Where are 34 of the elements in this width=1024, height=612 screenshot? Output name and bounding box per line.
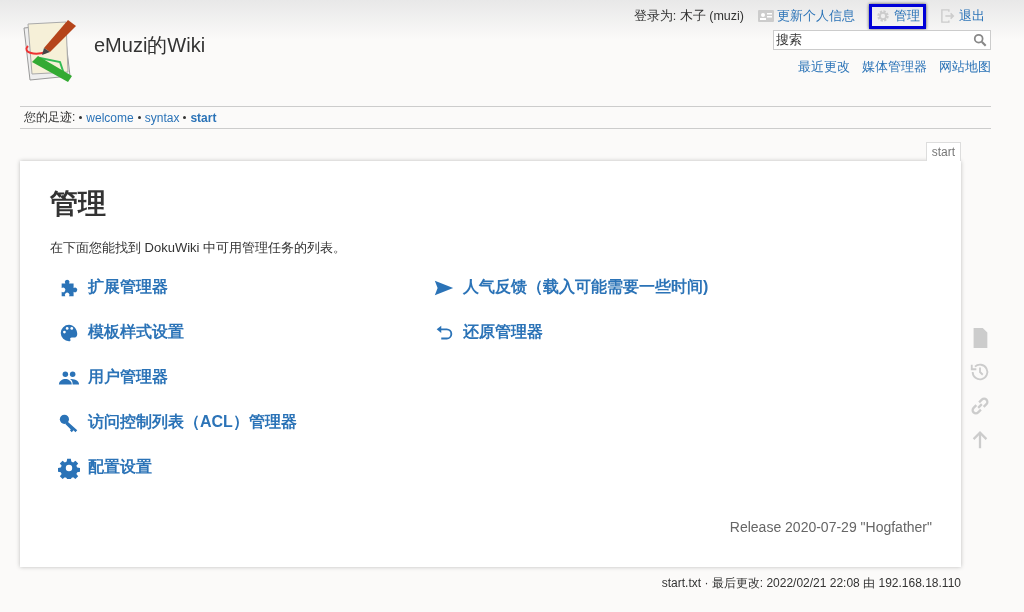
link-icon[interactable]: [969, 395, 991, 417]
history-icon[interactable]: [969, 361, 991, 383]
admin-link[interactable]: 访问控制列表（ACL）管理器: [58, 400, 425, 445]
release-text: Release 2020-07-29 "Hogfather": [729, 519, 932, 535]
breadcrumb-label: 您的足迹:: [24, 109, 76, 126]
admin-link[interactable]: 配置设置: [58, 445, 425, 490]
bullet-icon: [79, 116, 83, 119]
site-title[interactable]: eMuzi的Wiki: [94, 31, 206, 59]
intro-text: 在下面您能找到 DokuWiki 中可用管理任务的列表。: [50, 239, 348, 257]
admin-link[interactable]: 用户管理器: [58, 355, 425, 400]
user-tool-link[interactable]: 管理: [869, 3, 926, 29]
admin-link[interactable]: 人气反馈（载入可能需要一些时间): [433, 265, 800, 310]
breadcrumb-link[interactable]: syntax: [144, 110, 180, 125]
settings-icon: [58, 456, 80, 479]
page-heading: 管理: [50, 187, 107, 221]
user-tool-link[interactable]: 更新个人信息: [752, 3, 861, 29]
bullet-icon: [183, 116, 187, 119]
breadcrumb-link[interactable]: welcome: [86, 110, 134, 125]
logout-icon: [940, 9, 956, 23]
site-tool-link[interactable]: 网站地图: [939, 59, 991, 76]
admin-link[interactable]: 还原管理器: [433, 310, 800, 355]
admin-link[interactable]: 扩展管理器: [58, 265, 425, 310]
breadcrumb-link[interactable]: start: [190, 110, 217, 125]
bullet-icon: [137, 116, 141, 119]
search-icon[interactable]: [973, 33, 987, 47]
gear-icon: [875, 9, 891, 23]
profile-card-icon: [758, 9, 774, 23]
page-info-text: start.txt · 最后更改: 2022/02/21 22:08 由 192.168.18.110: [660, 575, 961, 592]
site-tool-link[interactable]: 最近更改: [798, 59, 850, 76]
site-tool-link[interactable]: 媒体管理器: [862, 59, 927, 76]
search-field[interactable]: 搜索: [773, 30, 991, 50]
admin-link[interactable]: 模板样式设置: [58, 310, 425, 355]
user-tool-link[interactable]: 退出: [934, 3, 991, 29]
logged-in-text: 登录为: 木子 (muzi): [633, 7, 744, 25]
